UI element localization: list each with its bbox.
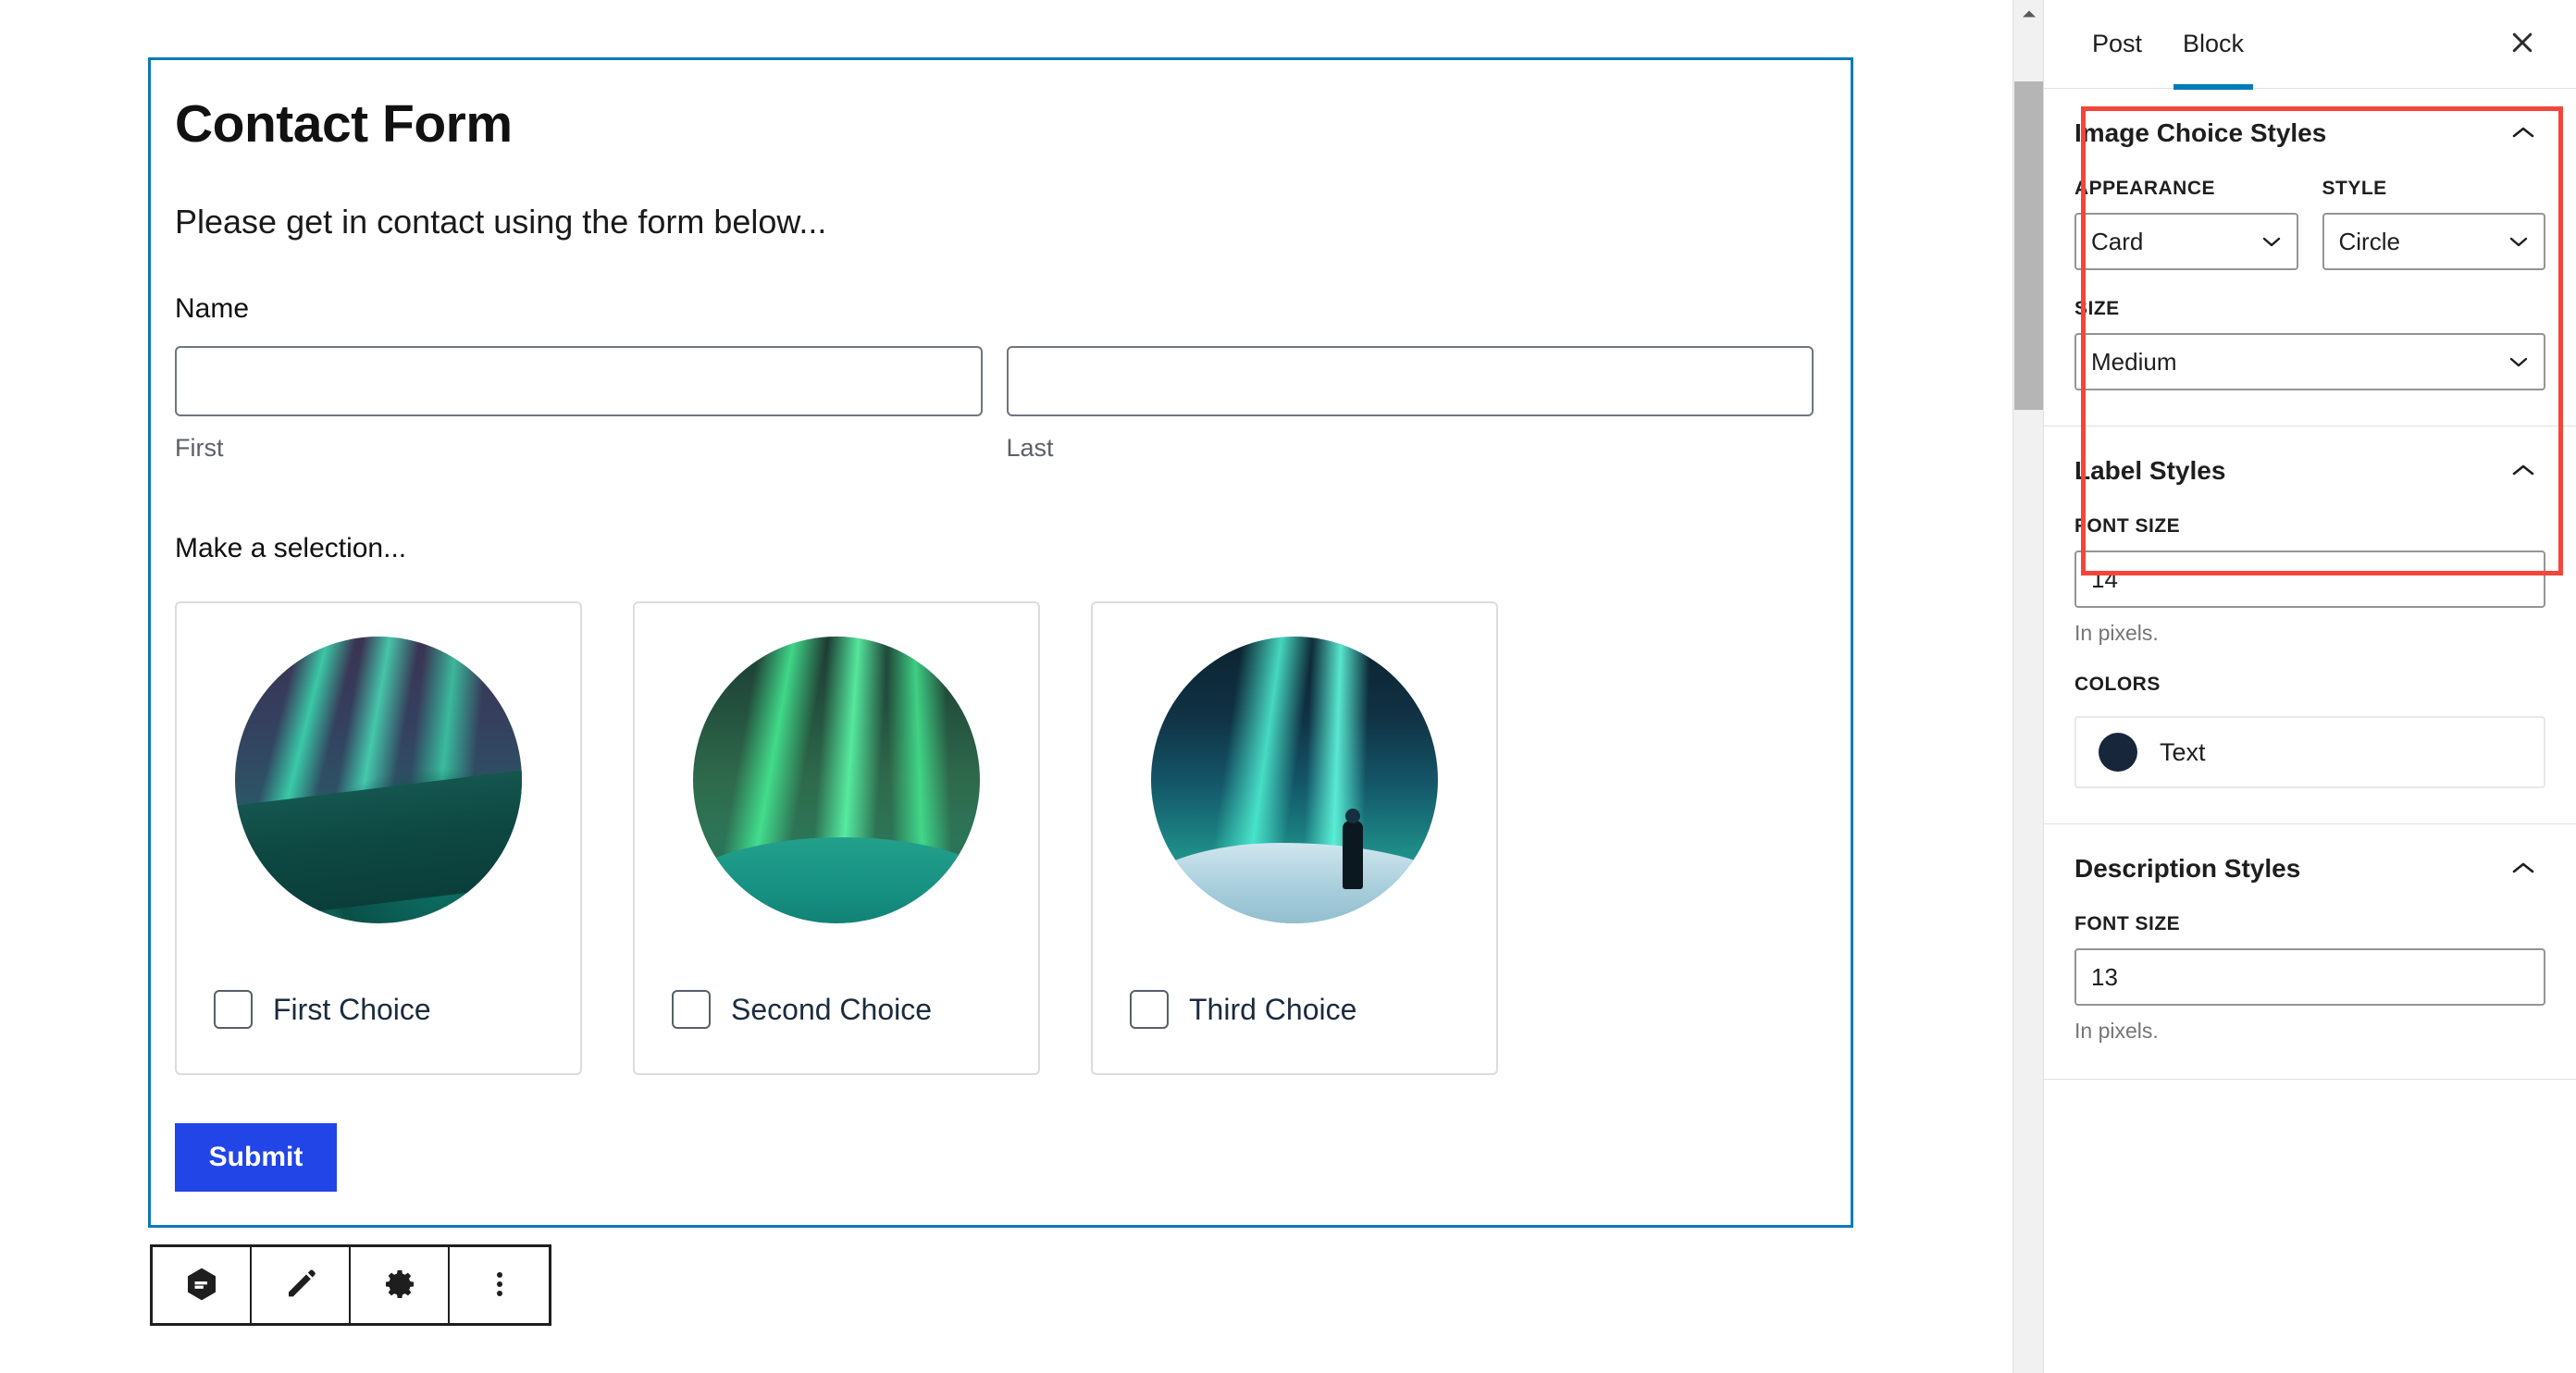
contact-form-block[interactable]: Contact Form Please get in contact using… [148,57,1853,1228]
style-value: Circle [2338,227,2400,255]
colors-label: COLORS [2074,674,2161,695]
style-label: STYLE [2322,178,2387,199]
label-font-size-hint: In pixels. [2074,621,2159,645]
editor-scrollbar[interactable] [2012,0,2043,1373]
scroll-up-arrow-icon[interactable] [2013,0,2044,28]
editor-canvas: Contact Form Please get in contact using… [0,0,2017,1373]
choice-label-1: First Choice [273,993,431,1027]
last-name-sublabel: Last [1006,433,1054,462]
sidebar-tabs: Post Block [2044,0,2576,90]
size-control: SIZE Medium [2074,298,2545,390]
chevron-down-icon [2508,235,2529,248]
choice-label-3: Third Choice [1189,993,1357,1027]
chevron-down-icon [2261,235,2282,248]
submit-button[interactable]: Submit [175,1123,337,1193]
collapse-image-choice-styles-button[interactable] [2501,111,2545,155]
first-name-sublabel: First [175,433,224,462]
block-settings-sidebar: Post Block Image Choice Styles APPEARANC… [2043,0,2576,1373]
panel-header-description-styles[interactable]: Description Styles [2074,824,2545,913]
choice-checkbox-1[interactable] [214,990,253,1030]
label-font-size-input[interactable] [2074,550,2545,608]
page-title: Contact Form [175,94,513,154]
image-choice-card-3[interactable]: Third Choice [1091,601,1498,1076]
form-description: Please get in contact using the form bel… [175,202,827,241]
text-color-swatch [2099,733,2137,772]
tab-post[interactable]: Post [2072,0,2162,89]
choice-checkbox-2[interactable] [672,990,711,1030]
appearance-select[interactable]: Card [2074,213,2298,270]
description-font-size-hint: In pixels. [2074,1019,2159,1043]
selection-field-label: Make a selection... [175,533,407,564]
description-font-size-input[interactable] [2074,948,2545,1006]
size-value: Medium [2091,347,2177,376]
tab-block[interactable]: Block [2162,0,2264,90]
more-options-icon [481,1266,518,1305]
name-row: First Last [175,345,1814,463]
close-icon [2508,29,2536,59]
more-options-button[interactable] [450,1247,549,1323]
collapse-label-styles-button[interactable] [2501,449,2545,493]
label-font-size-label: FONT SIZE [2074,515,2181,537]
appearance-label: APPEARANCE [2074,178,2216,199]
edit-pencil-icon [282,1266,319,1305]
form-block-icon-button[interactable] [153,1247,252,1323]
panel-label-styles: Label Styles FONT SIZE In pixels. COLORS… [2044,427,2576,824]
description-font-size-label: FONT SIZE [2074,913,2181,934]
choice-label-2: Second Choice [731,993,933,1027]
last-name-input[interactable] [1006,345,1814,416]
text-color-name: Text [2160,737,2206,766]
size-select[interactable]: Medium [2074,333,2545,390]
text-color-row[interactable]: Text [2074,716,2545,788]
chevron-up-icon [2511,860,2535,878]
image-choice-card-2[interactable]: Second Choice [633,601,1040,1076]
choice-checkbox-3[interactable] [1130,990,1169,1030]
panel-title-image-choice-styles: Image Choice Styles [2074,118,2327,147]
panel-header-label-styles[interactable]: Label Styles [2074,427,2545,515]
person-silhouette [1343,808,1364,889]
panel-title-label-styles: Label Styles [2074,456,2226,485]
appearance-value: Card [2091,227,2144,255]
image-choice-group: First Choice Second Choice Third Choice [175,601,1814,1076]
chevron-up-icon [2511,125,2535,142]
panel-image-choice-styles: Image Choice Styles APPEARANCE Card STYL… [2044,89,2576,427]
block-toolbar [150,1244,551,1326]
close-sidebar-button[interactable] [2495,17,2550,72]
aurora-image-2 [693,637,980,924]
collapse-description-styles-button[interactable] [2501,847,2545,891]
gear-button[interactable] [351,1247,450,1323]
panel-title-description-styles: Description Styles [2074,854,2301,883]
scrollbar-thumb[interactable] [2014,81,2043,410]
appearance-style-row: APPEARANCE Card STYLE Circle [2074,178,2545,270]
panel-description-styles: Description Styles FONT SIZE In pixels. [2044,824,2576,1080]
form-block-icon [183,1266,220,1305]
gear-icon [381,1266,418,1305]
chevron-up-icon [2511,463,2535,480]
name-field-label: Name [175,292,250,324]
chevron-down-icon [2508,355,2529,368]
image-choice-card-1[interactable]: First Choice [175,601,582,1076]
size-label: SIZE [2074,298,2120,319]
aurora-image-3 [1151,637,1438,924]
style-select[interactable]: Circle [2322,213,2545,270]
panel-header-image-choice-styles[interactable]: Image Choice Styles [2074,89,2545,178]
edit-pencil-button[interactable] [252,1247,351,1323]
first-name-input[interactable] [175,345,983,416]
aurora-image-1 [235,637,522,924]
